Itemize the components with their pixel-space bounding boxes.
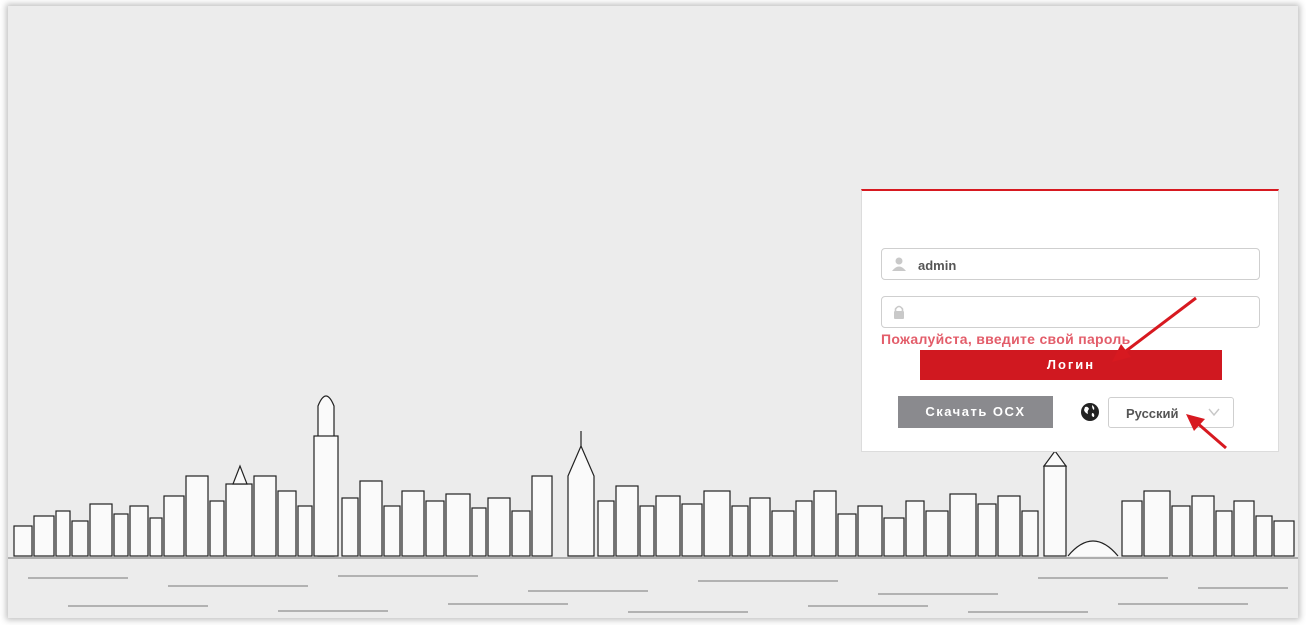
login-page: Пожалуйста, введите свой пароль Логин Ск… — [8, 6, 1298, 618]
password-error-message: Пожалуйста, введите свой пароль — [881, 331, 1131, 347]
globe-icon — [1081, 403, 1099, 421]
language-select-value: Русский — [1126, 406, 1179, 421]
username-input[interactable] — [916, 249, 1250, 281]
login-panel: Пожалуйста, введите свой пароль Логин Ск… — [861, 189, 1279, 452]
user-icon — [892, 257, 906, 271]
language-select[interactable]: Русский — [1108, 397, 1234, 428]
password-input[interactable] — [916, 297, 1250, 329]
chevron-down-icon — [1208, 408, 1220, 417]
download-ocx-button[interactable]: Скачать OCX — [898, 396, 1053, 428]
username-field[interactable] — [881, 248, 1260, 281]
login-button[interactable]: Логин — [920, 350, 1222, 380]
password-field[interactable] — [881, 296, 1260, 329]
lock-icon — [894, 305, 904, 319]
